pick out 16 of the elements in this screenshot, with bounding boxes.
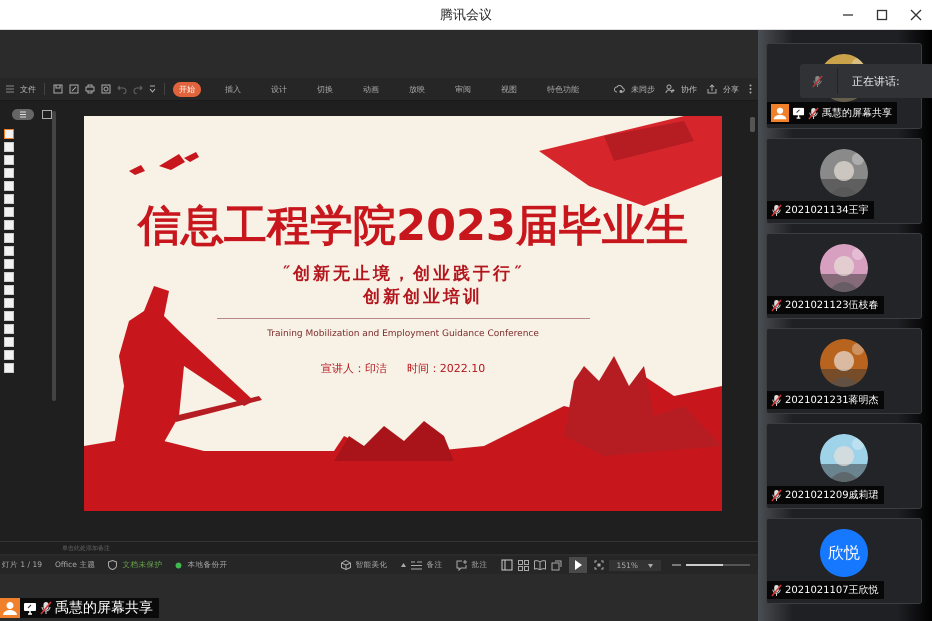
participant-name: 2021021107王欣悦: [785, 584, 879, 597]
avatar: 欣悦: [820, 529, 868, 577]
slide-english-title: Training Mobilization and Employment Guidance Conference: [267, 329, 539, 339]
sharer-name: 禹慧的屏幕共享: [55, 599, 153, 617]
participant-name: 2021021231蒋明杰: [785, 394, 879, 407]
slide-slogan: ˝创新无止境，创业践于行˝: [282, 263, 524, 285]
participant-name: 2021021209戚莉珺: [785, 488, 879, 502]
window-title: 腾讯会议: [440, 6, 492, 24]
speaking-label: 正在讲话:: [852, 74, 900, 88]
participant-name: 禹慧的屏幕共享: [822, 106, 892, 120]
slide-title: 信息工程学院2023届毕业生: [138, 200, 688, 253]
presenter-text: 宣讲人：印洁: [320, 361, 387, 376]
participant-name: 2021021123伍枝春: [785, 298, 879, 312]
slide-subtitle: 创新创业培训: [363, 286, 483, 308]
participant-name: 2021021134王宇: [785, 204, 869, 217]
date-text: 时间：2022.10: [406, 361, 486, 376]
